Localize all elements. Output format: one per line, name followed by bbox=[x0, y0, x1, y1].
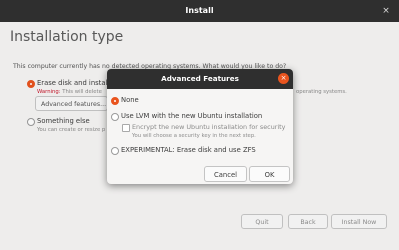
lvm-label[interactable]: Use LVM with the new Ubuntu installation bbox=[121, 112, 262, 120]
dialog-close-icon[interactable]: × bbox=[278, 73, 289, 84]
encrypt-label[interactable]: Encrypt the new Ubuntu installation for … bbox=[132, 123, 285, 131]
zfs-label[interactable]: EXPERIMENTAL: Erase disk and use ZFS bbox=[121, 146, 256, 154]
dialog-ok-button[interactable]: OK bbox=[249, 166, 290, 182]
dialog-header: Advanced Features × bbox=[107, 69, 293, 89]
none-label[interactable]: None bbox=[121, 96, 139, 104]
dialog-cancel-button[interactable]: Cancel bbox=[204, 166, 247, 182]
encrypt-hint: You will choose a security key in the ne… bbox=[132, 133, 256, 139]
window-title: Install bbox=[185, 6, 214, 15]
lvm-radio[interactable] bbox=[111, 113, 119, 121]
none-radio[interactable] bbox=[111, 97, 119, 105]
zfs-radio[interactable] bbox=[111, 147, 119, 155]
advanced-features-dialog: Advanced Features × None Use LVM with th… bbox=[107, 69, 293, 184]
dialog-title: Advanced Features bbox=[161, 74, 239, 83]
window-titlebar: Install × bbox=[0, 0, 399, 22]
encrypt-checkbox[interactable] bbox=[122, 124, 130, 132]
window-close-icon[interactable]: × bbox=[380, 5, 392, 17]
